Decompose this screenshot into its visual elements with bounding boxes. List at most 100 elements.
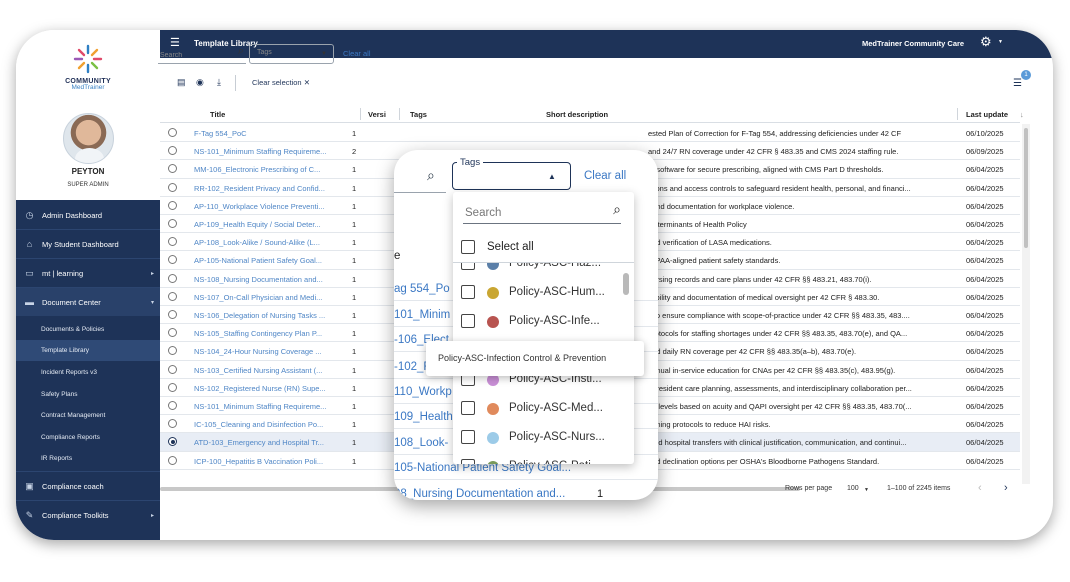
nav-document-center[interactable]: ▬ Document Center ▾ (16, 288, 160, 316)
col-tags[interactable]: Tags (410, 110, 427, 119)
row-title-link[interactable]: NS-103_Certified Nursing Assistant (... (194, 366, 336, 375)
row-title-link[interactable]: NS-101_Minimum Staffing Requireme... (194, 402, 336, 411)
row-title-link[interactable]: NS-105_Staffing Contingency Plan P... (194, 329, 336, 338)
organization-name[interactable]: MedTrainer Community Care (862, 39, 964, 48)
avatar[interactable] (63, 113, 114, 164)
row-radio[interactable] (168, 455, 177, 465)
row-title-link[interactable]: ATD-103_Emergency and Hospital Tr... (194, 438, 336, 447)
clipboard-icon[interactable]: ▤ (177, 77, 186, 88)
checkbox[interactable] (461, 263, 475, 270)
sub-safety-plans[interactable]: Safety Plans (16, 384, 160, 405)
clear-selection-button[interactable]: Clear selection ✕ (252, 78, 310, 87)
table-row[interactable]: F-Tag 554_PoC 1 ested Plan of Correction f… (160, 124, 1020, 143)
gear-icon[interactable]: ⚙ (980, 35, 992, 49)
sub-ir-reports[interactable]: IR Reports (16, 448, 160, 469)
row-radio[interactable] (168, 310, 177, 319)
chevron-up-icon[interactable]: ▲ (548, 172, 556, 181)
sub-compliance-reports[interactable]: Compliance Reports (16, 427, 160, 448)
row-radio[interactable] (168, 237, 177, 247)
row-title-link[interactable]: NS-102_Registered Nurse (RN) Supe... (194, 384, 336, 393)
tag-option[interactable]: Policy-ASC-Hum... (461, 278, 621, 307)
row-title-link[interactable]: F-Tag 554_PoC (194, 129, 336, 138)
row-title-link[interactable]: 109_Health (394, 411, 453, 423)
col-description[interactable]: Short description (546, 110, 608, 119)
col-title[interactable]: Title (210, 110, 225, 119)
filter-icon[interactable]: ☰ (1013, 78, 1022, 89)
row-radio[interactable] (168, 255, 177, 265)
checkbox[interactable] (461, 240, 475, 254)
search-icon[interactable]: ⌕ (613, 201, 621, 218)
row-title-link[interactable]: 101_Minim (394, 309, 450, 321)
chevron-down-icon[interactable]: ▼ (864, 487, 869, 493)
tag-option[interactable]: Policy-ASC-Infe... (461, 307, 621, 336)
rows-per-page-select[interactable]: 100 (847, 485, 859, 492)
chevron-down-icon[interactable]: ▼ (998, 39, 1003, 45)
row-title-link[interactable]: NS-101_Minimum Staffing Requireme... (194, 147, 336, 156)
chevron-right-icon[interactable]: › (1004, 482, 1008, 494)
select-all-option[interactable]: Select all (461, 238, 631, 258)
column-divider[interactable] (957, 108, 958, 120)
nav-admin-dashboard[interactable]: ◷ Admin Dashboard (16, 201, 160, 229)
row-radio[interactable] (168, 346, 177, 356)
tag-option[interactable]: Policy-ASC-Med... (461, 394, 621, 423)
clear-all-link[interactable]: Clear all (584, 170, 626, 182)
dropdown-scrollbar-thumb[interactable] (623, 273, 629, 295)
checkbox[interactable] (461, 401, 475, 415)
row-title-link[interactable]: 108_Look- (394, 437, 448, 449)
row-title-link[interactable]: MM-106_Electronic Prescribing of C... (194, 165, 336, 174)
sub-documents-policies[interactable]: Documents & Policies (16, 319, 160, 340)
download-icon[interactable]: ⤓ (217, 77, 221, 88)
row-radio[interactable] (168, 328, 177, 338)
row-radio[interactable] (168, 146, 177, 156)
nav-compliance-coach[interactable]: ▣ Compliance coach (16, 472, 160, 500)
checkbox[interactable] (461, 459, 475, 464)
row-title-link[interactable]: IC-105_Cleaning and Disinfection Po... (194, 420, 336, 429)
scrollbar-thumb[interactable] (1024, 128, 1028, 248)
sub-incident-reports[interactable]: Incident Reports v3 (16, 362, 160, 383)
clear-all-link[interactable]: Clear all (343, 49, 371, 58)
sub-template-library[interactable]: Template Library (16, 340, 160, 361)
row-radio[interactable] (168, 128, 177, 137)
row-radio[interactable] (168, 182, 177, 192)
row-title-link[interactable]: RR-102_Resident Privacy and Confid... (194, 184, 336, 193)
row-radio[interactable] (168, 437, 177, 447)
checkbox[interactable] (461, 430, 475, 444)
row-title-link[interactable]: NS-107_On-Call Physician and Medi... (194, 293, 336, 302)
sort-arrow-icon[interactable]: ↓ (1020, 110, 1024, 119)
eye-icon[interactable]: ◉ (196, 77, 204, 88)
row-title-link[interactable]: ag 554_Po (394, 283, 450, 295)
row-radio[interactable] (168, 291, 177, 301)
column-divider[interactable] (399, 108, 400, 120)
row-title-link[interactable]: AP-105-National Patient Safety Goal... (194, 256, 336, 265)
col-version[interactable]: Versi (368, 110, 386, 119)
tag-search-input[interactable] (463, 204, 593, 222)
row-radio[interactable] (168, 382, 177, 392)
row-radio[interactable] (168, 273, 177, 283)
checkbox[interactable] (461, 285, 475, 299)
brand-logo[interactable]: COMMUNITY MedTrainer (16, 42, 160, 91)
nav-student-dashboard[interactable]: ⌂ My Student Dashboard (16, 230, 160, 258)
sub-contract-management[interactable]: Contract Management (16, 405, 160, 426)
row-title-link[interactable]: AP-108_Look-Alike / Sound-Alike (L... (194, 238, 336, 247)
checkbox[interactable] (461, 314, 475, 328)
column-divider[interactable] (360, 108, 361, 120)
row-title-link[interactable]: AP-109_Health Equity / Social Deter... (194, 220, 336, 229)
search-icon[interactable]: ⌕ (427, 167, 435, 184)
row-radio[interactable] (168, 401, 177, 410)
vertical-scrollbar[interactable] (1022, 124, 1030, 484)
row-title-link[interactable]: NS-108_Nursing Documentation and... (194, 275, 336, 284)
tag-option[interactable]: Policy-ASC-Nurs... (461, 423, 621, 452)
tag-option[interactable]: Policy-ASC-Haz... (461, 263, 621, 278)
row-title-link[interactable]: ICP-100_Hepatitis B Vaccination Poli... (194, 457, 336, 466)
row-radio[interactable] (168, 164, 177, 174)
chevron-left-icon[interactable]: ‹ (978, 482, 982, 494)
row-title-link[interactable]: 110_Workp (394, 386, 452, 398)
search-input[interactable] (158, 48, 228, 62)
tag-option[interactable]: Policy-ASC-Pati... (461, 452, 621, 464)
row-title-link[interactable]: NS-106_Delegation of Nursing Tasks ... (194, 311, 336, 320)
row-title-link[interactable]: 08_Nursing Documentation and... (394, 488, 565, 500)
col-last-update[interactable]: Last update (966, 110, 1008, 119)
row-radio[interactable] (168, 364, 177, 374)
tags-select[interactable]: Tags ▼ (249, 44, 334, 64)
row-title-link[interactable]: AP-110_Workplace Violence Preventi... (194, 202, 336, 211)
